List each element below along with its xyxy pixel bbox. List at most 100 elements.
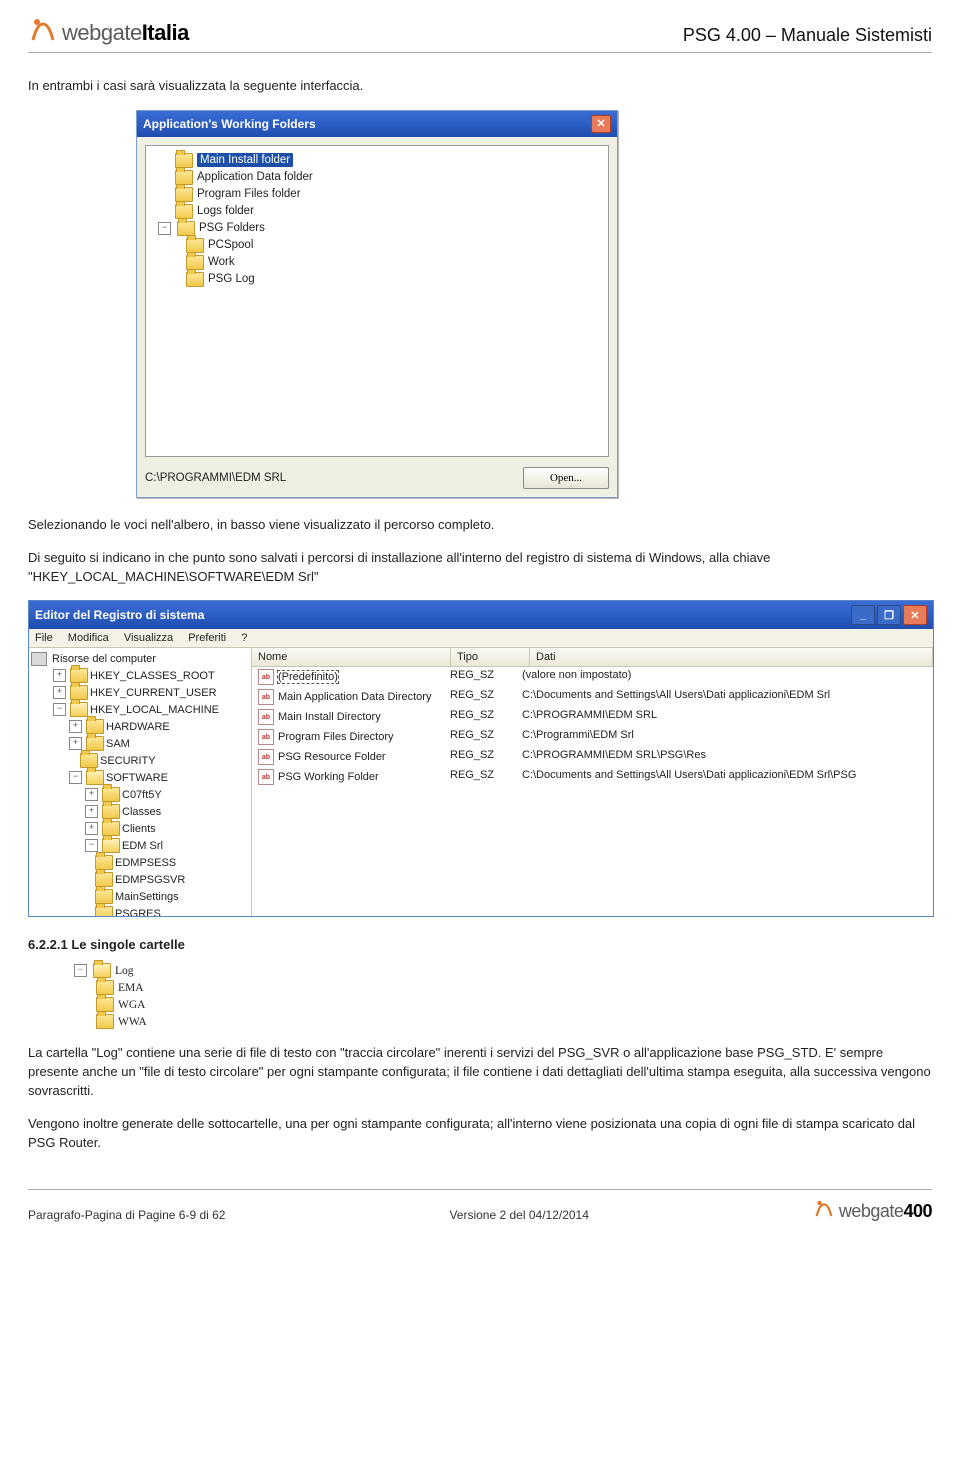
tree-label: EDMPSESS (115, 857, 176, 869)
path-display: C:\PROGRAMMI\EDM SRL (145, 472, 286, 484)
tree-item[interactable]: +HARDWARE (31, 718, 249, 735)
folder-open-icon (86, 770, 104, 785)
menu-view[interactable]: Visualizza (124, 632, 173, 644)
paragraph-5: Vengono inoltre generate delle sottocart… (28, 1115, 932, 1153)
string-value-icon: ab (258, 729, 274, 745)
folder-icon (70, 685, 88, 700)
cell-name: (Predefinito) (278, 671, 338, 683)
tree-label: Clients (122, 823, 156, 835)
tree-item[interactable]: + HKEY_CURRENT_USER (31, 684, 249, 701)
list-row[interactable]: ab(Predefinito) REG_SZ (valore non impos… (252, 667, 933, 687)
col-type[interactable]: Tipo (451, 648, 530, 666)
paragraph-4: La cartella "Log" contiene una serie di … (28, 1044, 932, 1101)
tree-label: HKEY_CURRENT_USER (90, 687, 217, 699)
cell-name: PSG Working Folder (278, 771, 379, 783)
tree-item[interactable]: Program Files folder (150, 186, 604, 203)
collapse-icon[interactable]: − (53, 703, 66, 716)
folder-tree[interactable]: Main Install folder Application Data fol… (145, 145, 609, 457)
tree-label: PCSpool (208, 239, 253, 251)
list-row[interactable]: ab PSG Resource Folder REG_SZ C:\PROGRAMM… (252, 747, 933, 767)
paragraph-3: Di seguito si indicano in che punto sono… (28, 549, 932, 587)
tree-item[interactable]: WGA (68, 996, 186, 1013)
minimize-button[interactable]: _ (851, 605, 875, 625)
tree-item[interactable]: +Classes (31, 803, 249, 820)
tree-item[interactable]: + Clients (31, 820, 249, 837)
expand-icon[interactable]: + (69, 720, 82, 733)
open-button[interactable]: Open... (523, 467, 609, 489)
page-footer: Paragrafo-Pagina di Pagine 6-9 di 62 Ver… (28, 1189, 932, 1222)
string-value-icon: ab (258, 769, 274, 785)
tree-label: PSGRES (115, 908, 161, 917)
tree-label: Application Data folder (197, 171, 313, 183)
tree-label: SOFTWARE (106, 772, 168, 784)
cell-name: Main Install Directory (278, 711, 381, 723)
tree-item[interactable]: PCSpool (184, 237, 604, 254)
tree-item[interactable]: PSGRES (31, 905, 249, 916)
tree-item[interactable]: Main Install folder (150, 152, 604, 169)
collapse-icon[interactable]: − (158, 222, 171, 235)
expand-icon[interactable]: + (85, 788, 98, 801)
tree-item[interactable]: −Log (68, 962, 186, 979)
tree-item[interactable]: MainSettings (31, 888, 249, 905)
list-row[interactable]: abProgram Files Directory REG_SZ C:\Prog… (252, 727, 933, 747)
expand-icon[interactable]: + (85, 822, 98, 835)
folder-icon (186, 238, 204, 253)
cell-data: C:\PROGRAMMI\EDM SRL\PSG\Res (522, 749, 933, 765)
cell-data: C:\Documents and Settings\All Users\Dati… (522, 769, 933, 785)
list-row[interactable]: abMain Install Directory REG_SZ C:\PROGR… (252, 707, 933, 727)
tree-item[interactable]: +HKEY_CLASSES_ROOT (31, 667, 249, 684)
tree-item[interactable]: EDMPSESS (31, 854, 249, 871)
menu-edit[interactable]: Modifica (68, 632, 109, 644)
menu-favorites[interactable]: Preferiti (188, 632, 226, 644)
col-name[interactable]: Nome (252, 648, 451, 666)
registry-tree[interactable]: Risorse del computer +HKEY_CLASSES_ROOT … (29, 648, 252, 916)
cell-data: (valore non impostato) (522, 669, 933, 685)
cell-name: PSG Resource Folder (278, 751, 386, 763)
expand-icon[interactable]: + (53, 669, 66, 682)
tree-item[interactable]: −PSG Folders (150, 220, 604, 237)
maximize-button[interactable]: ❐ (877, 605, 901, 625)
tree-item[interactable]: EDMPSGSVR (31, 871, 249, 888)
tree-item[interactable]: +SAM (31, 735, 249, 752)
footer-version: Versione 2 del 04/12/2014 (449, 1208, 588, 1222)
collapse-icon[interactable]: − (85, 839, 98, 852)
tree-item[interactable]: − HKEY_LOCAL_MACHINE (31, 701, 249, 718)
window-titlebar: Application's Working Folders ✕ (137, 111, 617, 137)
menu-file[interactable]: File (35, 632, 53, 644)
tree-item[interactable]: Logs folder (150, 203, 604, 220)
tree-item[interactable]: +C07ft5Y (31, 786, 249, 803)
paragraph-2: Selezionando le voci nell'albero, in bas… (28, 516, 932, 535)
tree-item[interactable]: PSG Log (184, 271, 604, 288)
expand-icon[interactable]: + (69, 737, 82, 750)
cell-name: Main Application Data Directory (278, 691, 431, 703)
tree-item[interactable]: SECURITY (31, 752, 249, 769)
collapse-icon[interactable]: − (69, 771, 82, 784)
document-title: PSG 4.00 – Manuale Sistemisti (683, 25, 932, 46)
expand-icon[interactable]: + (53, 686, 66, 699)
tree-item[interactable]: Work (184, 254, 604, 271)
tree-item[interactable]: Application Data folder (150, 169, 604, 186)
string-value-icon: ab (258, 749, 274, 765)
tree-item[interactable]: − EDM Srl (31, 837, 249, 854)
logo-text-2: 400 (903, 1201, 932, 1221)
logo-icon (813, 1200, 835, 1218)
tree-item[interactable]: − SOFTWARE (31, 769, 249, 786)
tree-item[interactable]: EMA (68, 979, 186, 996)
close-button[interactable]: ✕ (903, 605, 927, 625)
tree-item[interactable]: WWA (68, 1013, 186, 1030)
col-data[interactable]: Dati (530, 648, 933, 666)
folder-icon (186, 255, 204, 270)
menu-help[interactable]: ? (241, 632, 247, 644)
list-row[interactable]: abPSG Working Folder REG_SZ C:\Documents… (252, 767, 933, 787)
logo-webgate-italia: webgateItalia (28, 18, 189, 46)
tree-label: HKEY_LOCAL_MACHINE (90, 704, 219, 716)
expand-icon[interactable]: + (85, 805, 98, 818)
list-row[interactable]: abMain Application Data Directory REG_SZ… (252, 687, 933, 707)
cell-type: REG_SZ (450, 749, 522, 765)
tree-label: EDM Srl (122, 840, 163, 852)
list-header: Nome Tipo Dati (252, 648, 933, 667)
logo-webgate-400: webgate400 (813, 1200, 932, 1222)
close-button[interactable]: ✕ (591, 115, 611, 133)
tree-item[interactable]: Risorse del computer (31, 651, 249, 667)
collapse-icon[interactable]: − (74, 964, 87, 977)
